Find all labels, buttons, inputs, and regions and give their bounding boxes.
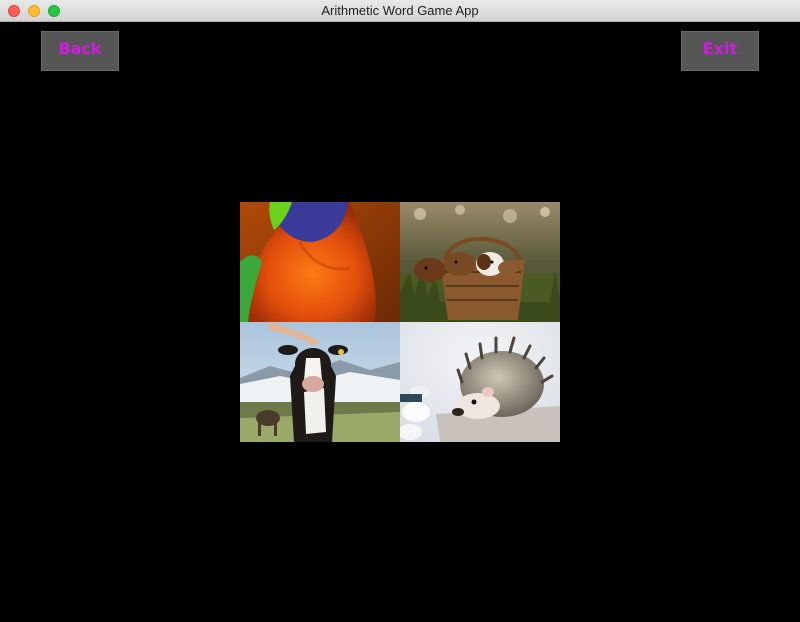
hedgehog-image[interactable]: [400, 322, 560, 442]
parrot-image[interactable]: [240, 202, 400, 322]
back-button[interactable]: Back: [41, 31, 119, 71]
window-title: Arithmetic Word Game App: [321, 3, 479, 18]
puppies-image[interactable]: [400, 202, 560, 322]
exit-button[interactable]: Exit: [681, 31, 759, 71]
cow-image[interactable]: [240, 322, 400, 442]
title-bar: Arithmetic Word Game App: [0, 0, 800, 22]
animal-image-grid: [240, 202, 560, 442]
app-window: Arithmetic Word Game App Back Exit: [0, 0, 800, 622]
